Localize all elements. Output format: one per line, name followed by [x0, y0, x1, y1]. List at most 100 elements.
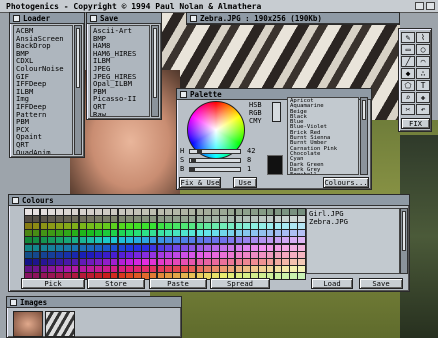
colour-swatch[interactable] [79, 258, 87, 265]
colour-swatch[interactable] [149, 230, 157, 237]
depth-back-icon[interactable] [426, 2, 435, 10]
colour-swatch[interactable] [95, 265, 102, 272]
colour-swatch[interactable] [188, 265, 196, 272]
undo-icon[interactable]: ↶ [416, 104, 430, 115]
colour-swatch[interactable] [87, 223, 94, 230]
text-icon[interactable]: T [416, 80, 430, 91]
colour-swatch[interactable] [282, 251, 289, 258]
colour-swatch[interactable] [235, 265, 243, 272]
colour-swatch[interactable] [157, 265, 165, 272]
colour-swatch[interactable] [235, 237, 243, 244]
colour-swatch[interactable] [103, 216, 110, 223]
colour-swatch[interactable] [25, 230, 32, 237]
save-window[interactable]: Save Ascii-Art BMP HAM8 HAM6_HIRES ILBM JPEG J… [86, 12, 162, 120]
colour-swatch[interactable] [25, 265, 32, 272]
colour-swatch[interactable] [126, 265, 133, 272]
colour-swatch[interactable] [87, 237, 94, 244]
colour-swatch[interactable] [196, 258, 204, 265]
fix-use-button[interactable]: Fix & Use [179, 177, 221, 188]
colour-swatch[interactable] [48, 216, 55, 223]
colour-swatch[interactable] [290, 230, 297, 237]
colour-swatch[interactable] [298, 265, 305, 272]
colour-swatch[interactable] [274, 244, 282, 251]
colour-swatch[interactable] [266, 258, 274, 265]
polygon-icon[interactable]: ⬠ [401, 80, 415, 91]
spray-icon[interactable]: ∴ [416, 68, 430, 79]
colour-swatch[interactable] [173, 251, 180, 258]
colour-swatch[interactable] [40, 251, 48, 258]
colour-swatch[interactable] [259, 265, 266, 272]
colour-swatch[interactable] [220, 209, 227, 215]
colour-swatch[interactable] [188, 251, 196, 258]
colour-swatch[interactable] [298, 258, 305, 265]
colour-swatch[interactable] [181, 251, 188, 258]
fill-icon[interactable]: ◆ [401, 68, 415, 79]
colour-swatch[interactable] [56, 237, 63, 244]
colour-swatch[interactable] [64, 251, 71, 258]
brush-icon[interactable]: ⌇ [416, 32, 430, 43]
colour-swatch[interactable] [32, 216, 40, 223]
colour-swatch[interactable] [173, 230, 180, 237]
colour-swatch[interactable] [181, 216, 188, 223]
colour-swatch[interactable] [110, 230, 118, 237]
colour-swatch[interactable] [243, 230, 250, 237]
colour-swatch[interactable] [40, 265, 48, 272]
colour-swatch[interactable] [251, 258, 258, 265]
colour-swatch[interactable] [103, 251, 110, 258]
colour-swatch[interactable] [196, 244, 204, 251]
colour-swatch[interactable] [126, 251, 133, 258]
colour-swatch[interactable] [282, 223, 289, 230]
colour-swatch[interactable] [134, 216, 141, 223]
colours-button[interactable]: Colours... [323, 177, 369, 188]
colour-swatch[interactable] [266, 237, 274, 244]
colour-swatch[interactable] [64, 265, 71, 272]
colour-swatch[interactable] [118, 237, 126, 244]
colour-swatch[interactable] [290, 209, 297, 215]
depth-front-icon[interactable] [415, 2, 424, 10]
colour-swatch[interactable] [266, 244, 274, 251]
colour-swatch[interactable] [251, 244, 258, 251]
colour-swatch[interactable] [48, 244, 55, 251]
colour-swatch[interactable] [181, 258, 188, 265]
colour-swatch[interactable] [25, 237, 32, 244]
colour-swatch[interactable] [290, 223, 297, 230]
colour-swatch[interactable] [103, 244, 110, 251]
colour-swatch[interactable] [64, 237, 71, 244]
fix-button[interactable]: FIX [401, 118, 430, 129]
colour-swatch[interactable] [64, 209, 71, 215]
colour-swatch[interactable] [274, 272, 282, 279]
colour-swatch[interactable] [165, 223, 172, 230]
colour-swatch[interactable] [110, 216, 118, 223]
colour-swatch[interactable] [71, 230, 79, 237]
colour-swatch[interactable] [259, 223, 266, 230]
colour-swatch[interactable] [227, 258, 235, 265]
colour-swatch[interactable] [95, 258, 102, 265]
colour-swatch[interactable] [181, 244, 188, 251]
colour-swatch[interactable] [220, 258, 227, 265]
colour-swatch[interactable] [251, 209, 258, 215]
colour-swatch[interactable] [204, 216, 211, 223]
colour-swatch[interactable] [142, 251, 149, 258]
colour-swatch[interactable] [56, 216, 63, 223]
colour-swatch[interactable] [95, 244, 102, 251]
colour-swatch[interactable] [40, 258, 48, 265]
colour-swatch[interactable] [196, 209, 204, 215]
store-button[interactable]: Store [87, 278, 145, 289]
colour-swatch[interactable] [188, 237, 196, 244]
colour-swatch[interactable] [227, 209, 235, 215]
colour-swatch[interactable] [282, 258, 289, 265]
colour-swatch[interactable] [282, 237, 289, 244]
colours-window[interactable]: Colours Girl.JPG Zebra.JPG Pick Store Pa… [8, 194, 410, 292]
colour-name-scrollbar[interactable] [360, 97, 368, 175]
colour-swatch[interactable] [165, 237, 172, 244]
colour-swatch[interactable] [282, 265, 289, 272]
colour-swatch[interactable] [87, 209, 94, 215]
colour-swatch[interactable] [181, 237, 188, 244]
colour-swatch[interactable] [103, 209, 110, 215]
colour-swatch[interactable] [165, 209, 172, 215]
colour-swatch[interactable] [274, 223, 282, 230]
colour-swatch[interactable] [251, 230, 258, 237]
palette-window[interactable]: Palette HSB RGB CMY H 42 S 8 B 1 Fix & Use Us… [176, 88, 372, 190]
colour-swatch[interactable] [134, 209, 141, 215]
colour-swatch[interactable] [25, 209, 32, 215]
